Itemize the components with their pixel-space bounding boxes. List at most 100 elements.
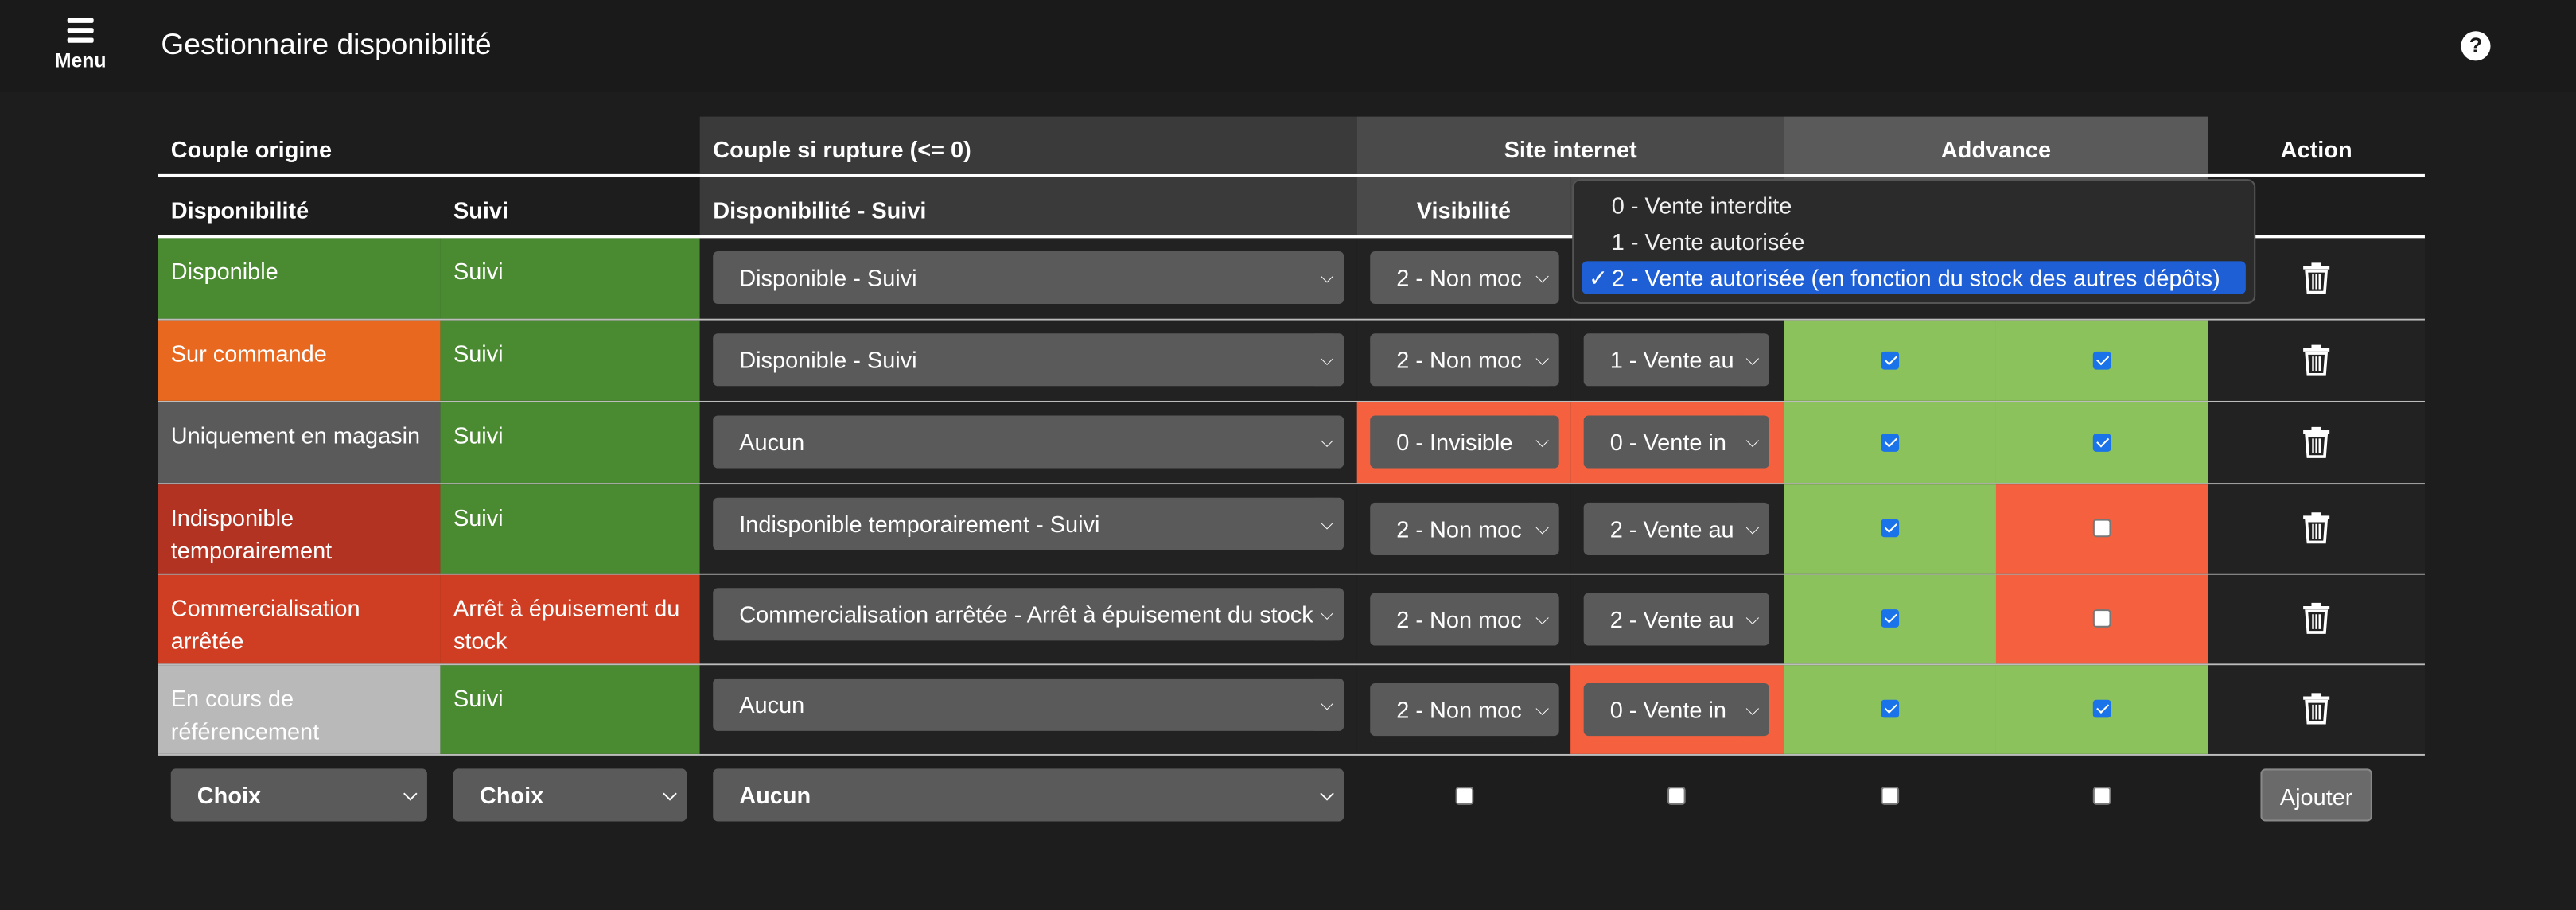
visibilite-select[interactable]: 2 - Non moc ⌵ [1370, 333, 1559, 387]
chevron-down-icon: ⌵ [1528, 593, 1550, 646]
cell-vente: 1 - Vente au ⌵ [1570, 320, 1784, 401]
option-label: 2 - Vente autorisée (en fonction du stoc… [1611, 264, 2220, 291]
help-icon[interactable]: ? [2461, 31, 2491, 61]
new-rupture-select[interactable]: Aucun ⌵ [713, 768, 1344, 822]
chevron-down-icon: ⌵ [1739, 593, 1760, 646]
cell-addvance-2 [1995, 484, 2208, 574]
table-row: Uniquement en magasin Suivi Aucun ⌵ 0 - I… [158, 402, 2425, 485]
vente-value: 2 - Vente au [1609, 515, 1734, 542]
checkmark-icon: ✓ [1588, 264, 1609, 291]
cell-visibilite: 2 - Non moc ⌵ [1356, 320, 1571, 401]
trash-icon[interactable] [2302, 426, 2331, 458]
cell-disponibilite: Indisponible temporairement [158, 484, 441, 574]
new-dispo-select[interactable]: Choix ⌵ [170, 768, 427, 822]
rupture-select[interactable]: Aucun ⌵ [713, 415, 1344, 469]
cell-vente: 0 - Vente in ⌵ [1570, 402, 1784, 484]
vente-dropdown-menu: 0 - Vente interdite 1 - Vente autorisée … [1572, 179, 2256, 305]
chevron-down-icon: ⌵ [1313, 333, 1334, 387]
cell-rupture: Indisponible temporairement - Suivi ⌵ [699, 484, 1357, 574]
addvance-checkbox-2[interactable] [2092, 699, 2111, 718]
new-vente-checkbox[interactable] [1667, 787, 1686, 805]
rupture-select[interactable]: Disponible - Suivi ⌵ [713, 333, 1344, 387]
vente-value: 0 - Vente in [1609, 696, 1726, 723]
cell-visibilite: 2 - Non moc ⌵ [1356, 484, 1571, 574]
new-addvance-checkbox-2[interactable] [2092, 787, 2111, 805]
cell-disponibilite: En cours de référencement [158, 665, 441, 754]
trash-icon[interactable] [2302, 261, 2331, 294]
addvance-checkbox-1[interactable] [1881, 351, 1900, 370]
option-label: 0 - Vente interdite [1611, 192, 1792, 219]
cell-rupture: Disponible - Suivi ⌵ [699, 320, 1357, 401]
new-suivi-select[interactable]: Choix ⌵ [453, 768, 687, 822]
col-group-site: Site internet [1356, 116, 1784, 174]
trash-icon[interactable] [2302, 691, 2331, 725]
visibilite-select[interactable]: 2 - Non moc ⌵ [1370, 593, 1559, 646]
top-bar: Menu Gestionnaire disponibilité ? [0, 0, 2576, 92]
vente-value: 0 - Vente in [1609, 428, 1726, 456]
dropdown-option-0[interactable]: 0 - Vente interdite [1582, 189, 2246, 221]
rupture-select[interactable]: Indisponible temporairement - Suivi ⌵ [713, 497, 1344, 550]
chevron-down-icon: ⌵ [1313, 415, 1334, 469]
addvance-checkbox-1[interactable] [1881, 519, 1900, 538]
cell-addvance-1 [1784, 484, 1996, 574]
trash-icon[interactable] [2302, 601, 2331, 634]
addvance-checkbox-2[interactable] [2092, 609, 2111, 628]
rupture-select[interactable]: Aucun ⌵ [713, 678, 1344, 731]
col-visibilite: Visibilité [1356, 177, 1571, 235]
cell-suivi: Arrêt à épuisement du stock [440, 574, 700, 664]
addvance-checkbox-1[interactable] [1881, 434, 1900, 452]
chevron-down-icon: ⌵ [1739, 502, 1760, 555]
cell-rupture: Aucun ⌵ [699, 665, 1357, 754]
vente-select[interactable]: 0 - Vente in ⌵ [1583, 683, 1770, 737]
new-dispo-value: Choix [197, 781, 262, 808]
addvance-checkbox-2[interactable] [2092, 519, 2111, 538]
chevron-down-icon: ⌵ [1313, 768, 1334, 822]
visibilite-value: 2 - Non moc [1396, 605, 1522, 633]
addvance-checkbox-2[interactable] [2092, 434, 2111, 452]
vente-select[interactable]: 2 - Vente au ⌵ [1583, 593, 1770, 646]
new-visibilite-checkbox[interactable] [1455, 787, 1474, 805]
addvance-checkbox-1[interactable] [1881, 699, 1900, 718]
cell-addvance-1 [1784, 320, 1996, 401]
visibilite-select[interactable]: 2 - Non moc ⌵ [1370, 683, 1559, 737]
table-row: Indisponible temporairement Suivi Indisp… [158, 484, 2425, 575]
cell-addvance-1 [1784, 402, 1996, 484]
visibilite-select[interactable]: 2 - Non moc ⌵ [1370, 251, 1559, 305]
add-button[interactable]: Ajouter [2260, 768, 2372, 822]
chevron-down-icon: ⌵ [1739, 333, 1760, 387]
dropdown-option-1[interactable]: 1 - Vente autorisée [1582, 225, 2246, 258]
chevron-down-icon: ⌵ [1528, 502, 1550, 555]
chevron-down-icon: ⌵ [1739, 683, 1760, 737]
rupture-select[interactable]: Disponible - Suivi ⌵ [713, 251, 1344, 305]
cell-visibilite: 0 - Invisible ⌵ [1356, 402, 1571, 484]
hamburger-icon [67, 18, 94, 42]
visibilite-select[interactable]: 2 - Non moc ⌵ [1370, 502, 1559, 555]
chevron-down-icon: ⌵ [1313, 588, 1334, 641]
cell-action [2208, 402, 2425, 484]
vente-select[interactable]: 2 - Vente au ⌵ [1583, 502, 1770, 555]
table-row: Sur commande Suivi Disponible - Suivi ⌵ 2… [158, 320, 2425, 402]
trash-icon[interactable] [2302, 344, 2331, 376]
menu-label: Menu [54, 48, 107, 72]
app-root: Menu Gestionnaire disponibilité ? Couple… [0, 0, 2576, 910]
addvance-checkbox-1[interactable] [1881, 609, 1900, 628]
cell-addvance-2 [1995, 574, 2208, 664]
new-addvance-checkbox-1[interactable] [1881, 787, 1900, 805]
chevron-down-icon: ⌵ [1739, 415, 1760, 469]
addvance-checkbox-2[interactable] [2092, 351, 2111, 370]
cell-disponibilite: Uniquement en magasin [158, 402, 441, 484]
cell-vente: 2 - Vente au ⌵ [1570, 484, 1784, 574]
cell-visibilite: 2 - Non moc ⌵ [1356, 665, 1571, 754]
dropdown-option-2[interactable]: ✓ 2 - Vente autorisée (en fonction du sto… [1582, 261, 2246, 294]
cell-addvance-2 [1995, 320, 2208, 401]
rupture-select[interactable]: Commercialisation arrêtée - Arrêt à épui… [713, 588, 1344, 641]
cell-action [2208, 484, 2425, 574]
trash-icon[interactable] [2302, 511, 2331, 544]
vente-select[interactable]: 1 - Vente au ⌵ [1583, 333, 1770, 387]
vente-select[interactable]: 0 - Vente in ⌵ [1583, 415, 1770, 469]
menu-button[interactable]: Menu [49, 15, 111, 72]
visibilite-select[interactable]: 0 - Invisible ⌵ [1370, 415, 1559, 469]
cell-addvance-2 [1995, 665, 2208, 754]
chevron-down-icon: ⌵ [1313, 251, 1334, 305]
cell-suivi: Suivi [440, 484, 700, 574]
